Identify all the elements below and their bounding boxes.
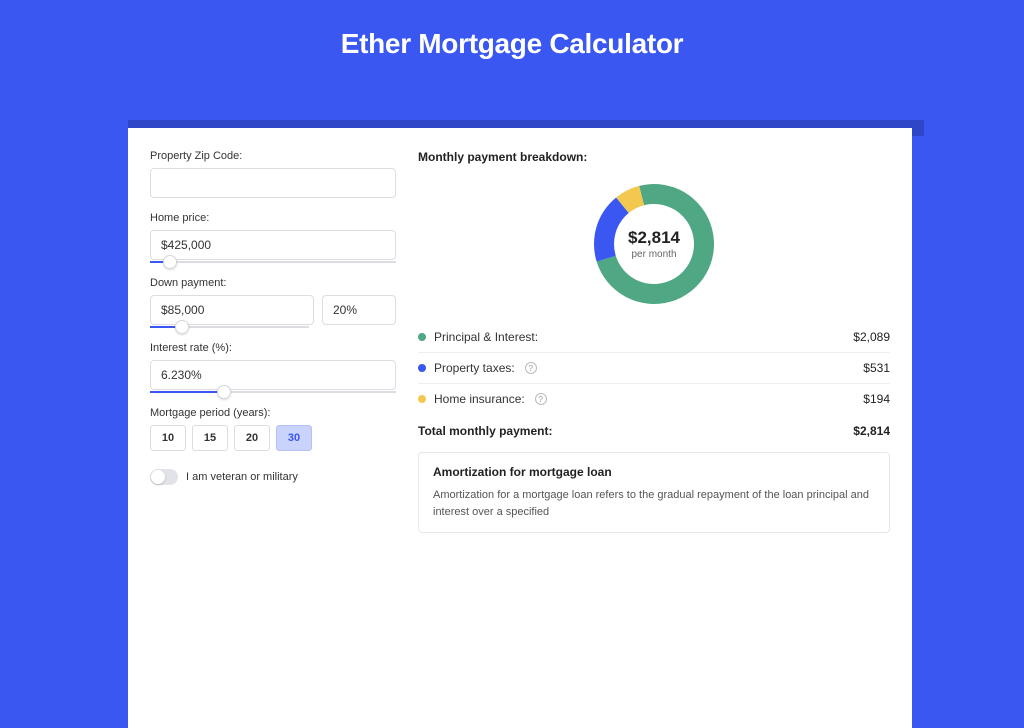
legend-value: $194 [863,392,890,406]
down-payment-group: Down payment: [150,277,396,328]
down-payment-amount-input[interactable] [150,295,314,325]
amortization-text: Amortization for a mortgage loan refers … [433,487,875,520]
home-price-group: Home price: [150,212,396,263]
donut-chart-wrap: $2,814 per month [418,176,890,322]
page-title: Ether Mortgage Calculator [0,0,1024,80]
legend-row: Principal & Interest: $2,089 [418,322,890,353]
toggle-knob [151,470,165,484]
zip-input[interactable] [150,168,396,198]
veteran-toggle[interactable] [150,469,178,485]
amortization-box: Amortization for mortgage loan Amortizat… [418,452,890,533]
mortgage-period-label: Mortgage period (years): [150,407,396,419]
breakdown-column: Monthly payment breakdown: $2,814 per mo… [418,150,890,706]
legend-row: Property taxes:? $531 [418,353,890,384]
period-button-15[interactable]: 15 [192,425,228,451]
veteran-toggle-row: I am veteran or military [150,469,396,485]
home-price-label: Home price: [150,212,396,224]
down-payment-slider[interactable] [150,326,309,328]
legend-dot [418,364,426,372]
total-value: $2,814 [853,424,890,438]
period-button-10[interactable]: 10 [150,425,186,451]
interest-rate-slider[interactable] [150,391,396,393]
legend-dot [418,333,426,341]
donut-sub-label: per month [628,249,680,260]
legend-label: Principal & Interest: [434,330,538,344]
donut-center: $2,814 per month [628,228,680,260]
down-payment-percent-input[interactable] [322,295,396,325]
legend-row: Home insurance:? $194 [418,384,890,414]
mortgage-period-group: Mortgage period (years): 10152030 [150,407,396,451]
total-row: Total monthly payment: $2,814 [418,414,890,452]
slider-thumb[interactable] [175,320,189,334]
zip-field-group: Property Zip Code: [150,150,396,198]
legend-label: Property taxes: [434,361,515,375]
inputs-column: Property Zip Code: Home price: Down paym… [150,150,396,706]
slider-thumb[interactable] [217,385,231,399]
info-icon[interactable]: ? [525,362,537,374]
legend-value: $2,089 [853,330,890,344]
home-price-slider[interactable] [150,261,396,263]
slider-thumb[interactable] [163,255,177,269]
zip-label: Property Zip Code: [150,150,396,162]
legend-label: Home insurance: [434,392,525,406]
amortization-title: Amortization for mortgage loan [433,465,875,479]
down-payment-label: Down payment: [150,277,396,289]
interest-rate-input[interactable] [150,360,396,390]
breakdown-title: Monthly payment breakdown: [418,150,890,164]
info-icon[interactable]: ? [535,393,547,405]
period-button-20[interactable]: 20 [234,425,270,451]
donut-slice [594,197,629,261]
home-price-input[interactable] [150,230,396,260]
legend-value: $531 [863,361,890,375]
legend-dot [418,395,426,403]
donut-chart: $2,814 per month [590,180,718,308]
calculator-card: Property Zip Code: Home price: Down paym… [128,128,912,728]
interest-rate-group: Interest rate (%): [150,342,396,393]
period-button-30[interactable]: 30 [276,425,312,451]
veteran-label: I am veteran or military [186,471,298,483]
interest-rate-label: Interest rate (%): [150,342,396,354]
donut-amount: $2,814 [628,228,680,248]
period-buttons: 10152030 [150,425,396,451]
breakdown-legend: Principal & Interest: $2,089 Property taxe… [418,322,890,414]
total-label: Total monthly payment: [418,424,552,438]
